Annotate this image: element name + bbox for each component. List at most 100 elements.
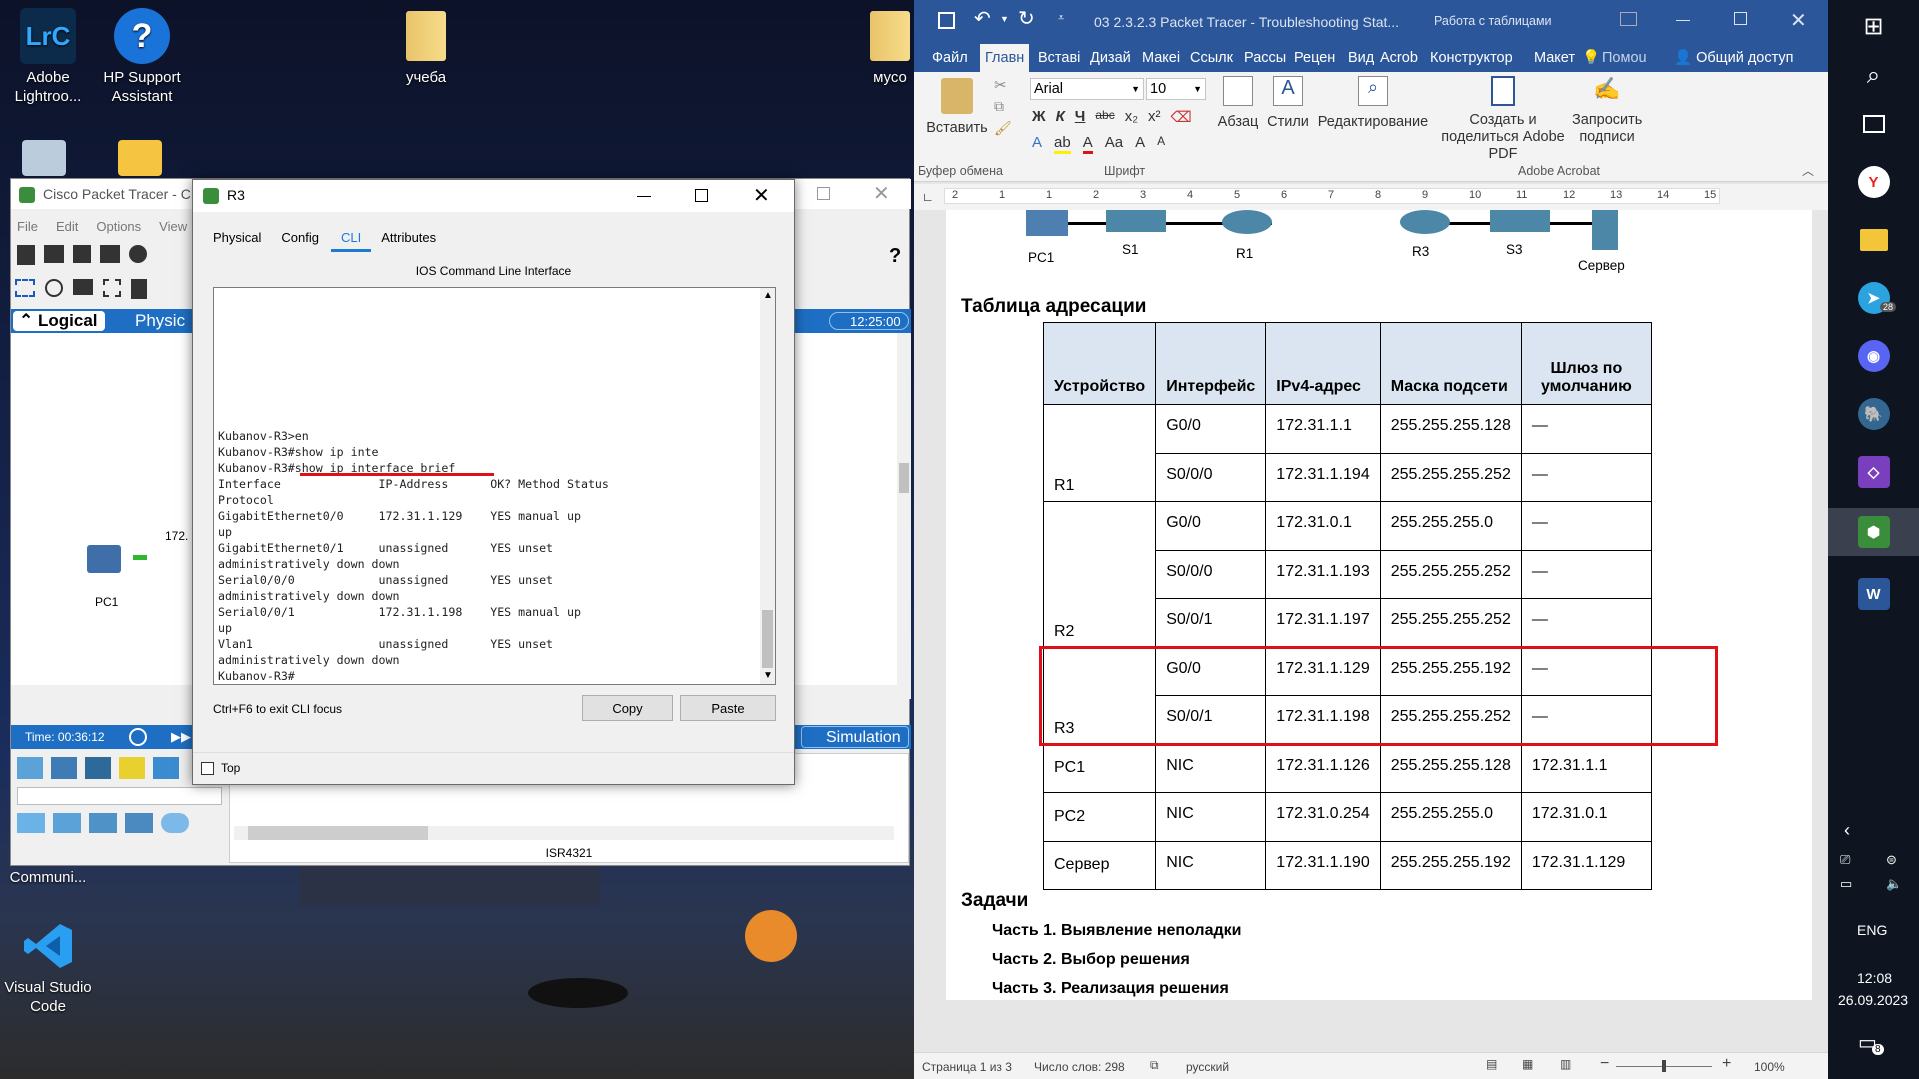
desktop-icon-folder-ucheba[interactable]: учеба xyxy=(378,8,474,87)
search-button[interactable]: ⌕ xyxy=(1828,52,1919,100)
resize-icon[interactable] xyxy=(103,279,121,297)
language[interactable]: русский xyxy=(1186,1060,1229,1074)
fast-forward-icon[interactable]: ▶▶ xyxy=(171,729,191,745)
tab-home[interactable]: Главн xyxy=(980,44,1030,72)
desktop-icon-vscode[interactable]: Visual Studio Code xyxy=(0,918,96,1016)
desktop-icon-lightroom[interactable]: LrC Adobe Lightroo... xyxy=(0,8,96,106)
tab-table-layout[interactable]: Макет xyxy=(1534,44,1575,72)
web-layout-icon[interactable]: ▥ xyxy=(1560,1057,1571,1071)
file-explorer-button[interactable] xyxy=(1828,216,1919,264)
cloud-subtype-icon[interactable] xyxy=(161,813,189,833)
copy-icon[interactable]: ⧉ xyxy=(994,98,1004,115)
router-category-icon[interactable] xyxy=(17,757,43,779)
delete-icon[interactable] xyxy=(73,279,93,295)
packet-tracer-taskbar-button[interactable]: ⬢ xyxy=(1828,508,1919,556)
underline-icon[interactable]: Ч xyxy=(1075,108,1086,126)
desktop-icon-folder-muso[interactable]: мусо xyxy=(860,8,920,87)
print-icon[interactable] xyxy=(100,245,120,263)
scroll-down-icon[interactable]: ▼ xyxy=(763,670,773,681)
network-icon[interactable]: ⊜ xyxy=(1886,852,1897,868)
tab-physical[interactable]: Physical xyxy=(213,230,271,252)
tab-view[interactable]: Вид xyxy=(1348,44,1374,72)
simulation-button[interactable]: Simulation xyxy=(801,726,909,748)
menu-file[interactable]: File xyxy=(17,219,38,234)
workspace-scrollbar[interactable] xyxy=(897,333,911,685)
info-icon[interactable] xyxy=(129,245,147,263)
shrink-font-icon[interactable]: A xyxy=(1157,134,1165,154)
tell-me-search[interactable]: Помоu xyxy=(1602,44,1647,72)
close-icon[interactable]: ✕ xyxy=(873,181,890,206)
paste-button[interactable]: Paste xyxy=(680,695,776,721)
tab-references[interactable]: Ссылк xyxy=(1190,44,1233,72)
tab-review[interactable]: Рецен xyxy=(1294,44,1335,72)
desktop-icon-hp-support[interactable]: ? HP Support Assistant xyxy=(94,8,190,106)
cli-scrollbar[interactable]: ▲ ▼ xyxy=(760,288,775,684)
discord-button[interactable]: ◉ xyxy=(1828,332,1919,380)
paragraph-button[interactable]: Абзац xyxy=(1214,76,1262,130)
pc1-device-icon[interactable] xyxy=(87,545,121,573)
request-sign-button[interactable]: ✍ Запросить подписи xyxy=(1572,76,1642,146)
tab-logical[interactable]: ⌃ Logical xyxy=(13,311,105,331)
save-icon[interactable] xyxy=(73,245,91,263)
font-color-icon[interactable]: A xyxy=(1082,134,1093,154)
minimize-icon[interactable] xyxy=(637,196,651,197)
postgres-button[interactable]: 🐘 xyxy=(1828,390,1919,438)
bold-icon[interactable]: Ж xyxy=(1032,108,1046,126)
switch-category-icon[interactable] xyxy=(51,757,77,779)
top-checkbox[interactable] xyxy=(201,762,214,775)
print-layout-icon[interactable]: ▦ xyxy=(1522,1057,1533,1071)
save-icon[interactable] xyxy=(938,12,955,29)
clock-time[interactable]: 12:08 xyxy=(1857,970,1892,986)
read-mode-icon[interactable]: ▤ xyxy=(1486,1057,1497,1071)
tab-cli[interactable]: CLI xyxy=(331,230,372,252)
input-language[interactable]: ENG xyxy=(1857,922,1887,938)
styles-button[interactable]: A Стили xyxy=(1264,76,1312,130)
paste-button[interactable]: Вставить xyxy=(924,78,990,136)
visual-studio-button[interactable]: ◇ xyxy=(1828,448,1919,496)
open-folder-icon[interactable] xyxy=(44,245,64,263)
collapse-ribbon-icon[interactable]: ︿ xyxy=(1802,162,1814,179)
tab-design[interactable]: Дизай xyxy=(1090,44,1131,72)
maximize-icon[interactable] xyxy=(817,187,830,200)
yandex-browser-button[interactable]: Y xyxy=(1828,158,1919,206)
tab-layout[interactable]: Макеі xyxy=(1142,44,1180,72)
model-scrollbar[interactable] xyxy=(234,826,894,840)
scroll-thumb[interactable] xyxy=(899,463,909,493)
word-count[interactable]: Число слов: 298 xyxy=(1034,1060,1125,1074)
wireless-subtype-icon[interactable] xyxy=(125,813,153,833)
chevron-left-icon[interactable]: ‹ xyxy=(1844,820,1850,841)
create-pdf-button[interactable]: Создать и поделиться Adobe PDF xyxy=(1436,76,1570,163)
editing-button[interactable]: ⌕ Редактирование xyxy=(1314,76,1432,130)
copy-button[interactable]: Copy xyxy=(582,695,673,721)
tab-config[interactable]: Config xyxy=(271,230,331,252)
italic-icon[interactable]: К xyxy=(1056,108,1065,126)
connection-category-icon[interactable] xyxy=(119,757,145,779)
superscript-icon[interactable]: x² xyxy=(1148,108,1161,126)
tab-mailings[interactable]: Рассы xyxy=(1244,44,1286,72)
cli-output[interactable]: Kubanov-R3>en Kubanov-R3#show ip inte Ku… xyxy=(218,428,609,684)
change-case-icon[interactable]: Aa xyxy=(1105,134,1123,154)
volume-icon[interactable]: 🔈 xyxy=(1886,876,1902,892)
redo-icon[interactable]: ↻ xyxy=(1018,6,1035,31)
customize-qat-icon[interactable]: ⩡ xyxy=(1058,12,1064,25)
zoom-out-icon[interactable]: − xyxy=(1600,1055,1609,1073)
switch-subtype-icon[interactable] xyxy=(53,813,81,833)
zoom-thumb[interactable] xyxy=(1662,1060,1666,1072)
minimize-icon[interactable] xyxy=(1676,20,1690,21)
strikethrough-icon[interactable]: abc xyxy=(1095,108,1114,126)
ribbon-options-icon[interactable] xyxy=(1620,12,1637,26)
battery-icon[interactable]: ▭ xyxy=(1840,876,1852,892)
server-subtype-icon[interactable] xyxy=(89,813,117,833)
zoom-slider[interactable] xyxy=(1616,1060,1712,1072)
menu-edit[interactable]: Edit xyxy=(56,219,78,234)
power-cycle-icon[interactable] xyxy=(129,728,147,746)
app-icon[interactable] xyxy=(118,140,162,176)
tab-acrobat[interactable]: Acrob xyxy=(1380,44,1418,72)
select-icon[interactable] xyxy=(15,279,35,297)
task-view-button[interactable] xyxy=(1828,100,1919,148)
grow-font-icon[interactable]: A xyxy=(1135,134,1145,154)
vertical-scrollbar[interactable] xyxy=(1812,210,1828,1052)
tab-table-design[interactable]: Конструктор xyxy=(1430,44,1513,72)
recycle-bin-icon[interactable] xyxy=(22,140,66,176)
zoom-icon[interactable] xyxy=(45,279,63,297)
